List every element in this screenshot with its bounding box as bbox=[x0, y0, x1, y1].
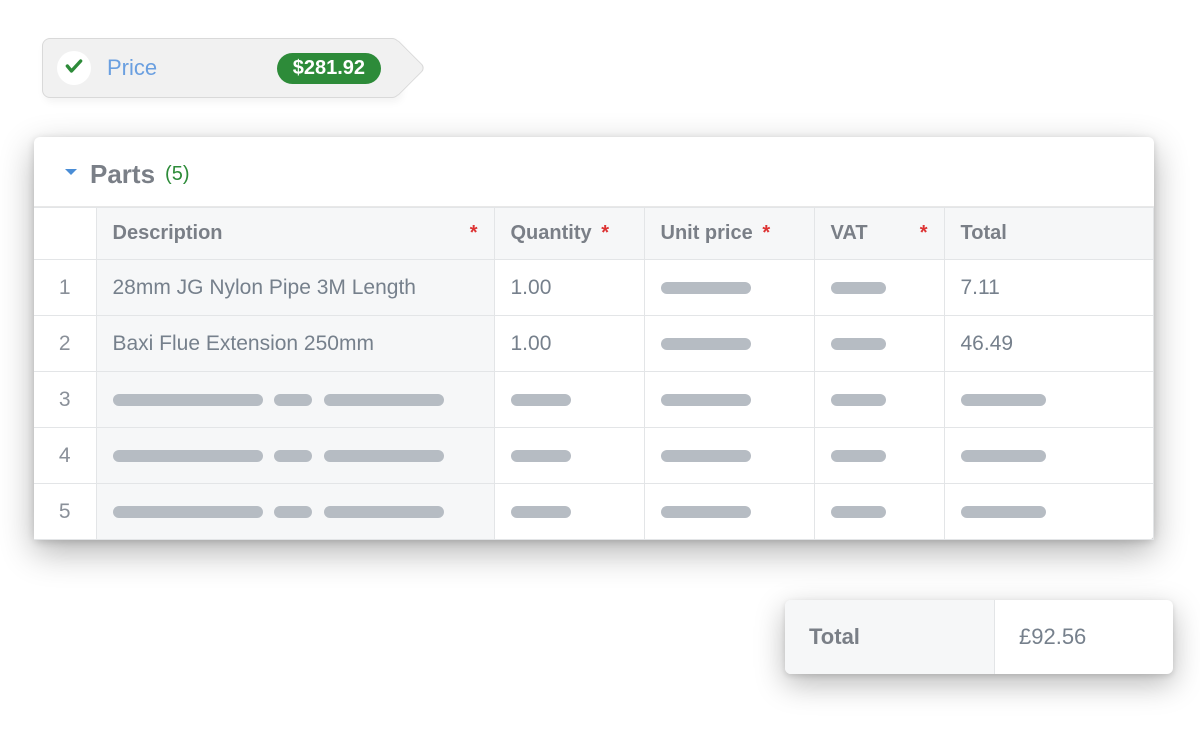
parts-section-header[interactable]: Parts (5) bbox=[34, 159, 1154, 207]
placeholder-bar bbox=[113, 506, 263, 518]
total-cell bbox=[944, 372, 1154, 428]
placeholder-bar bbox=[511, 506, 571, 518]
unit-price-cell[interactable] bbox=[644, 428, 814, 484]
quantity-cell[interactable] bbox=[494, 484, 644, 540]
quantity-cell[interactable]: 1.00 bbox=[494, 260, 644, 316]
description-cell[interactable]: Baxi Flue Extension 250mm bbox=[96, 316, 494, 372]
price-label: Price bbox=[107, 55, 277, 81]
vat-cell[interactable] bbox=[814, 372, 944, 428]
placeholder-bar bbox=[511, 450, 571, 462]
row-number: 5 bbox=[34, 484, 96, 540]
table-row[interactable]: 1 28mm JG Nylon Pipe 3M Length 1.00 7.11 bbox=[34, 260, 1154, 316]
parts-count: (5) bbox=[165, 163, 189, 186]
quantity-cell[interactable] bbox=[494, 428, 644, 484]
parts-card: Parts (5) Description * Quantity * Unit … bbox=[34, 137, 1154, 540]
col-header-description-label: Description bbox=[113, 222, 223, 244]
description-cell[interactable] bbox=[96, 484, 494, 540]
required-asterisk: * bbox=[762, 222, 770, 244]
parts-title: Parts bbox=[90, 159, 155, 190]
vat-cell[interactable] bbox=[814, 484, 944, 540]
col-header-quantity: Quantity * bbox=[494, 208, 644, 260]
placeholder-bar bbox=[661, 338, 751, 350]
chevron-down-icon bbox=[62, 163, 80, 186]
placeholder-bar bbox=[274, 450, 312, 462]
row-number: 2 bbox=[34, 316, 96, 372]
total-cell: 7.11 bbox=[944, 260, 1154, 316]
placeholder-bar bbox=[961, 450, 1046, 462]
col-header-unit-price: Unit price * bbox=[644, 208, 814, 260]
vat-cell[interactable] bbox=[814, 428, 944, 484]
col-header-description: Description * bbox=[96, 208, 494, 260]
placeholder-bar bbox=[831, 282, 886, 294]
table-header-row: Description * Quantity * Unit price * VA… bbox=[34, 208, 1154, 260]
grand-total-value: £92.56 bbox=[995, 600, 1173, 674]
description-cell[interactable] bbox=[96, 428, 494, 484]
table-row[interactable]: 2 Baxi Flue Extension 250mm 1.00 46.49 bbox=[34, 316, 1154, 372]
placeholder-bar bbox=[661, 394, 751, 406]
col-header-total-label: Total bbox=[961, 222, 1007, 244]
grand-total-card: Total £92.56 bbox=[785, 600, 1173, 674]
placeholder-bar bbox=[661, 506, 751, 518]
placeholder-bar bbox=[961, 394, 1046, 406]
placeholder-bar bbox=[113, 394, 263, 406]
price-value-pill: $281.92 bbox=[277, 53, 381, 84]
parts-table: Description * Quantity * Unit price * VA… bbox=[34, 207, 1154, 540]
placeholder-bar bbox=[324, 506, 444, 518]
col-header-vat-label: VAT bbox=[831, 222, 868, 244]
placeholder-bar bbox=[324, 450, 444, 462]
unit-price-cell[interactable] bbox=[644, 484, 814, 540]
description-cell[interactable]: 28mm JG Nylon Pipe 3M Length bbox=[96, 260, 494, 316]
placeholder-bar bbox=[961, 506, 1046, 518]
row-number: 3 bbox=[34, 372, 96, 428]
row-number: 4 bbox=[34, 428, 96, 484]
vat-cell[interactable] bbox=[814, 316, 944, 372]
total-cell bbox=[944, 484, 1154, 540]
col-header-number bbox=[34, 208, 96, 260]
table-row[interactable]: 3 bbox=[34, 372, 1154, 428]
unit-price-cell[interactable] bbox=[644, 316, 814, 372]
placeholder-bar bbox=[324, 394, 444, 406]
quantity-cell[interactable] bbox=[494, 372, 644, 428]
total-cell bbox=[944, 428, 1154, 484]
col-header-unit-price-label: Unit price bbox=[661, 222, 753, 244]
placeholder-bar bbox=[274, 394, 312, 406]
unit-price-cell[interactable] bbox=[644, 260, 814, 316]
grand-total-label: Total bbox=[785, 600, 995, 674]
placeholder-bar bbox=[113, 450, 263, 462]
check-circle bbox=[57, 51, 91, 85]
placeholder-bar bbox=[511, 394, 571, 406]
col-header-vat: VAT * bbox=[814, 208, 944, 260]
price-tag: Price $281.92 bbox=[42, 38, 400, 98]
table-row[interactable]: 4 bbox=[34, 428, 1154, 484]
table-row[interactable]: 5 bbox=[34, 484, 1154, 540]
required-asterisk: * bbox=[601, 222, 609, 244]
placeholder-bar bbox=[274, 506, 312, 518]
vat-cell[interactable] bbox=[814, 260, 944, 316]
placeholder-bar bbox=[831, 506, 886, 518]
required-asterisk: * bbox=[470, 222, 478, 245]
quantity-cell[interactable]: 1.00 bbox=[494, 316, 644, 372]
placeholder-bar bbox=[661, 282, 751, 294]
placeholder-bar bbox=[831, 338, 886, 350]
check-icon bbox=[64, 56, 84, 81]
placeholder-bar bbox=[831, 394, 886, 406]
required-asterisk: * bbox=[920, 222, 928, 245]
col-header-quantity-label: Quantity bbox=[511, 222, 592, 244]
description-cell[interactable] bbox=[96, 372, 494, 428]
unit-price-cell[interactable] bbox=[644, 372, 814, 428]
total-cell: 46.49 bbox=[944, 316, 1154, 372]
placeholder-bar bbox=[661, 450, 751, 462]
placeholder-bar bbox=[831, 450, 886, 462]
col-header-total: Total bbox=[944, 208, 1154, 260]
row-number: 1 bbox=[34, 260, 96, 316]
